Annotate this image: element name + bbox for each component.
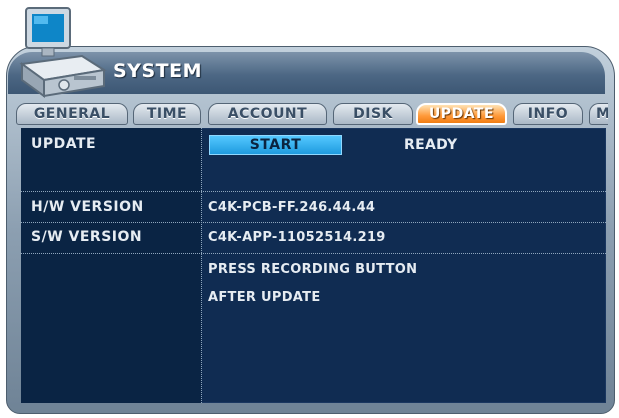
- tab-more[interactable]: M: [589, 103, 608, 125]
- hw-version-value: C4K-PCB-FF.246.44.44: [208, 200, 376, 215]
- label-column: [21, 128, 201, 403]
- update-message-line2: AFTER UPDATE: [208, 290, 321, 305]
- tab-account[interactable]: ACCOUNT: [208, 103, 327, 125]
- update-status: READY: [404, 137, 458, 153]
- column-divider: [201, 128, 203, 403]
- update-label: UPDATE: [31, 136, 97, 152]
- hw-version-label: H/W VERSION: [31, 199, 144, 215]
- row-divider: [21, 253, 606, 254]
- row-divider: [21, 191, 606, 192]
- tab-update[interactable]: UPDATE: [416, 103, 507, 125]
- sw-version-value: C4K-APP-11052514.219: [208, 230, 386, 245]
- tab-strip: GENERAL TIME ACCOUNT DISK UPDATE INFO M: [16, 101, 608, 127]
- tab-general[interactable]: GENERAL: [16, 103, 128, 125]
- computer-icon: [12, 6, 112, 98]
- window-title: SYSTEM: [113, 60, 202, 82]
- update-message-line1: PRESS RECORDING BUTTON: [208, 262, 418, 277]
- tab-time[interactable]: TIME: [133, 103, 201, 125]
- start-button[interactable]: START: [209, 135, 342, 155]
- tab-info[interactable]: INFO: [513, 103, 583, 125]
- row-divider: [21, 222, 606, 223]
- tab-disk[interactable]: DISK: [333, 103, 413, 125]
- sw-version-label: S/W VERSION: [31, 229, 143, 245]
